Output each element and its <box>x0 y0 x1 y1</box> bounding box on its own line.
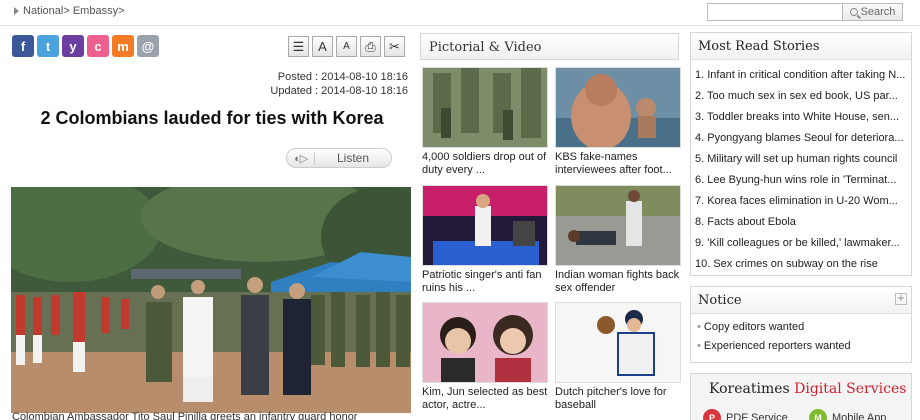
most-read-item[interactable]: 8. Facts about Ebola <box>695 212 907 233</box>
pictorial-caption[interactable]: Indian woman fights back sex offender <box>555 269 681 295</box>
article-tools: ☰ A A ⎙ ✂ <box>288 36 405 57</box>
pictorial-thumb[interactable] <box>422 185 548 266</box>
most-read-item[interactable]: 6. Lee Byung-hun wins role in 'Terminat.… <box>695 170 907 191</box>
notice-list: Copy editors wanted Experienced reporter… <box>691 314 911 362</box>
updated-date: Updated : 2014-08-10 18:16 <box>270 85 408 97</box>
pictorial-item[interactable]: Indian woman fights back sex offender <box>555 185 681 295</box>
article-photo <box>11 187 411 413</box>
photo-caption: Colombian Ambassador Tito Saul Pinilla g… <box>12 411 358 420</box>
yozm-icon[interactable]: y <box>62 35 84 57</box>
facebook-icon[interactable]: f <box>12 35 34 57</box>
pictorial-thumb[interactable] <box>555 67 681 148</box>
pdf-service-link[interactable]: P PDF Service <box>703 409 788 420</box>
most-read-box: Most Read Stories 1. Infant in critical … <box>690 32 912 276</box>
pictorial-thumb[interactable] <box>422 67 548 148</box>
listen-label: Listen <box>336 151 370 165</box>
pictorial-thumb[interactable] <box>422 302 548 383</box>
most-read-item[interactable]: 9. 'Kill colleagues or be killed,' lawma… <box>695 233 907 254</box>
notice-header: Notice + <box>691 287 911 314</box>
article-photo-image <box>11 187 411 413</box>
pictorial-thumb[interactable] <box>555 302 681 383</box>
digital-services-title: Koreatimes Digital Services <box>709 381 906 397</box>
mobile-app-label: Mobile App <box>832 412 887 420</box>
search-button-label: Search <box>860 6 896 18</box>
email-icon[interactable]: @ <box>137 35 159 57</box>
pictorial-item[interactable]: Kim, Jun selected as best actor, actre..… <box>422 302 548 412</box>
pictorial-title: Pictorial & Video <box>420 33 679 60</box>
digital-services-box: Koreatimes Digital Services P PDF Servic… <box>690 373 912 420</box>
most-read-item[interactable]: 2. Too much sex in sex ed book, US par..… <box>695 86 907 107</box>
pictorial-caption[interactable]: KBS fake-names interviewees after foot..… <box>555 151 681 177</box>
most-read-item[interactable]: 10. Sex crimes on subway on the rise <box>695 254 907 275</box>
article-meta: Posted : 2014-08-10 18:16 Updated : 2014… <box>270 70 408 98</box>
most-read-list: 1. Infant in critical condition after ta… <box>691 60 911 275</box>
sidebar: Most Read Stories 1. Infant in critical … <box>690 32 912 420</box>
listen-button[interactable]: ◖▷ Listen <box>286 148 392 168</box>
breadcrumb-arrow-icon <box>14 7 19 15</box>
breadcrumb: National> Embassy> <box>14 5 125 17</box>
most-read-item[interactable]: 7. Korea faces elimination in U-20 Wom..… <box>695 191 907 212</box>
pictorial-caption[interactable]: Patriotic singer's anti fan ruins his ..… <box>422 269 548 295</box>
most-read-item[interactable]: 4. Pyongyang blames Seoul for deteriora.… <box>695 128 907 149</box>
share-bar: f t y c m @ <box>12 35 159 57</box>
pictorial-item[interactable]: KBS fake-names interviewees after foot..… <box>555 67 681 177</box>
most-read-item[interactable]: 3. Toddler breaks into White House, sen.… <box>695 107 907 128</box>
pdf-service-label: PDF Service <box>726 412 788 420</box>
mobile-icon: M <box>809 409 827 420</box>
top-bar: National> Embassy> Search <box>0 0 920 26</box>
search-input[interactable] <box>707 3 843 21</box>
pictorial-caption[interactable]: 4,000 soldiers drop out of duty every ..… <box>422 151 548 177</box>
pictorial-section: Pictorial & Video 4,000 soldiers drop ou… <box>420 33 681 420</box>
most-read-item[interactable]: 5. Military will set up human rights cou… <box>695 149 907 170</box>
search-button[interactable]: Search <box>843 3 903 21</box>
pictorial-caption[interactable]: Kim, Jun selected as best actor, actre..… <box>422 386 548 412</box>
pictorial-caption[interactable]: Dutch pitcher's love for baseball <box>555 386 681 412</box>
notice-item[interactable]: Copy editors wanted <box>697 318 911 337</box>
print-icon[interactable]: ⎙ <box>360 36 381 57</box>
list-view-icon[interactable]: ☰ <box>288 36 309 57</box>
breadcrumb-text[interactable]: National> Embassy> <box>23 5 125 17</box>
posted-date: Posted : 2014-08-10 18:16 <box>277 71 408 83</box>
notice-item[interactable]: Experienced reporters wanted <box>697 337 911 356</box>
scrap-icon[interactable]: ✂ <box>384 36 405 57</box>
pdf-icon: P <box>703 409 721 420</box>
pictorial-thumb[interactable] <box>555 185 681 266</box>
most-read-title: Most Read Stories <box>691 33 911 60</box>
article-column: f t y c m @ ☰ A A ⎙ ✂ Posted : 2014-08-10 18:16 U… <box>10 32 414 420</box>
cyworld-icon[interactable]: c <box>87 35 109 57</box>
pictorial-item[interactable]: 4,000 soldiers drop out of duty every ..… <box>422 67 548 177</box>
mobile-app-link[interactable]: M Mobile App <box>809 409 886 420</box>
search-icon <box>849 8 858 16</box>
twitter-icon[interactable]: t <box>37 35 59 57</box>
notice-title: Notice <box>698 293 742 308</box>
notice-more-icon[interactable]: + <box>895 293 907 305</box>
pictorial-item[interactable]: Dutch pitcher's love for baseball <box>555 302 681 412</box>
digital-highlight: Digital Services <box>794 381 907 397</box>
digital-brand: Koreatimes <box>709 381 790 397</box>
me2day-icon[interactable]: m <box>112 35 134 57</box>
pictorial-item[interactable]: Patriotic singer's anti fan ruins his ..… <box>422 185 548 295</box>
speaker-icon: ◖▷ <box>287 151 315 165</box>
notice-box: Notice + Copy editors wanted Experienced… <box>690 286 912 363</box>
most-read-item[interactable]: 1. Infant in critical condition after ta… <box>695 65 907 86</box>
article-headline: 2 Colombians lauded for ties with Korea <box>40 108 384 128</box>
font-smaller-icon[interactable]: A <box>336 36 357 57</box>
font-larger-icon[interactable]: A <box>312 36 333 57</box>
